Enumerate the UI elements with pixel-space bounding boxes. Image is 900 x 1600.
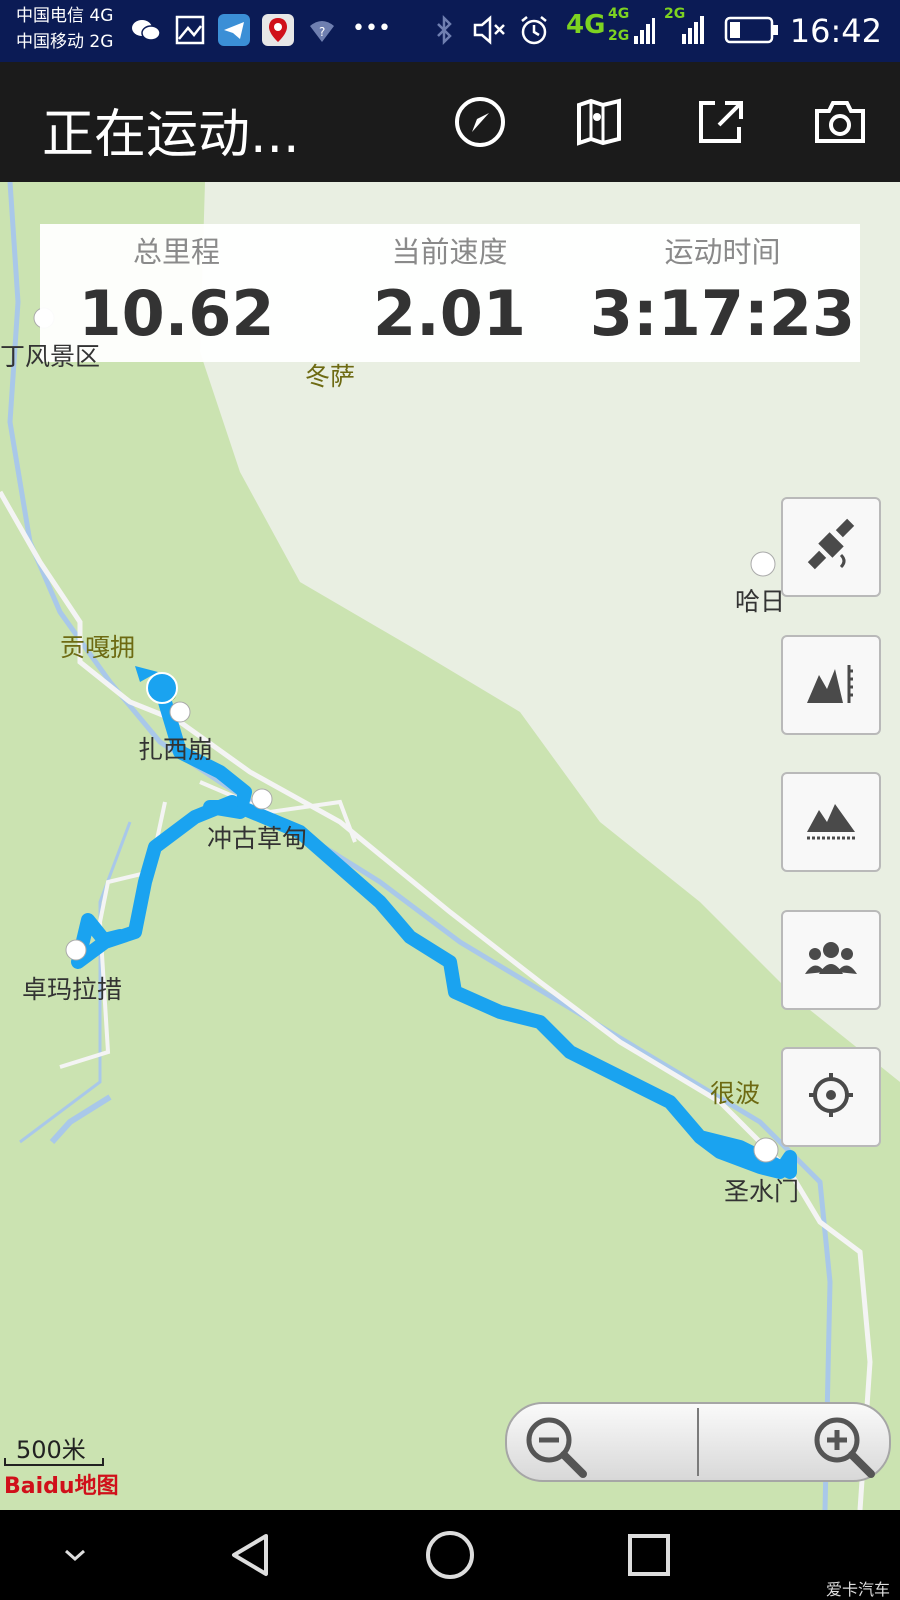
network-4g-1: 4G [566,10,606,40]
home-circle-icon [423,1528,477,1586]
place-label: 冬萨 [305,362,356,391]
duration-label: 运动时间 [664,235,781,269]
chevron-down-icon [60,1545,90,1569]
share-icon [693,95,747,153]
camera-icon [811,95,869,153]
telegram-icon [218,14,250,46]
satellite-button[interactable] [781,497,881,597]
team-icon [801,930,861,990]
back-triangle-icon [226,1530,276,1584]
back-button[interactable] [216,1522,286,1592]
zoom-out-icon [521,1412,591,1482]
network-4g-2: 4G [608,6,630,22]
locate-button[interactable] [781,1047,881,1147]
mute-icon [472,14,505,46]
alarm-icon [518,14,550,46]
bluetooth-icon [428,14,460,46]
terrain-button[interactable] [781,772,881,872]
map-scale-bar [4,1458,104,1466]
svg-text:?: ? [319,25,325,39]
place-label: 卓玛拉措 [22,975,123,1004]
network-2g-2: 2G [608,28,630,44]
place-label: 冲古草甸 [207,824,308,853]
place-label: 贡嘎拥 [60,633,136,662]
carrier-2: 中国移动 2G [16,32,114,52]
map-canvas [0,182,900,1510]
wechat-icon [130,14,162,46]
gallery-icon [174,14,206,46]
place-label: 扎西崩 [138,735,214,764]
signal-icon-2 [670,14,704,46]
recents-button[interactable] [614,1522,684,1592]
place-label: 圣水门 [724,1177,800,1206]
share-button[interactable] [690,94,750,154]
wifi-icon: ? [306,14,338,46]
mountain-icon [803,792,859,852]
zoom-out-button[interactable] [507,1404,697,1480]
camera-button[interactable] [810,94,870,154]
watermark: 爱卡汽车 [825,1580,890,1599]
place-label: 很波 [710,1079,761,1108]
carrier-1: 中国电信 4G [16,6,114,26]
place-label: 哈日 [735,587,786,616]
zoom-in-icon [809,1412,879,1482]
baidu-logo: Baidu地图 [4,1474,119,1499]
duration-stat: 运动时间 3:17:23 [586,232,859,356]
navigate-button[interactable] [450,94,510,154]
status-time: 16:42 [789,12,882,50]
zoom-control [505,1402,891,1482]
navigate-icon [453,95,507,153]
signal-icon-1 [632,14,664,46]
zoom-in-button[interactable] [699,1404,889,1480]
duration-value: 3:17:23 [589,277,856,350]
battery-icon [724,14,780,46]
map-book-button[interactable] [570,94,630,154]
map-book-icon [573,95,627,153]
speed-stat: 当前速度 2.01 [313,232,586,356]
app-bar: 正在运动... [0,62,900,182]
stats-panel: 总里程 10.62 当前速度 2.01 运动时间 3:17:23 [40,224,860,362]
home-button[interactable] [415,1522,485,1592]
elevation-chart-button[interactable] [781,635,881,735]
speed-value: 2.01 [373,277,526,350]
navigation-bar [0,1510,900,1600]
map-view[interactable]: 总里程 10.62 当前速度 2.01 运动时间 3:17:23 丁风景区 冬萨… [0,182,900,1510]
status-bar: 中国电信 4G 中国移动 2G ? ••• 4G 4G 2G 2G 16:42 [0,0,900,62]
place-label: 丁风景区 [0,342,101,371]
speed-label: 当前速度 [391,235,508,269]
map-pin-app-icon [262,14,294,46]
recents-square-icon [624,1530,674,1584]
team-button[interactable] [781,910,881,1010]
elevation-chart-icon [803,655,859,715]
more-notifications-icon: ••• [352,16,391,41]
satellite-icon [803,517,859,577]
hide-navbar-button[interactable] [40,1522,110,1592]
page-title: 正在运动... [42,105,300,165]
distance-label: 总里程 [132,235,220,269]
locate-icon [803,1067,859,1127]
